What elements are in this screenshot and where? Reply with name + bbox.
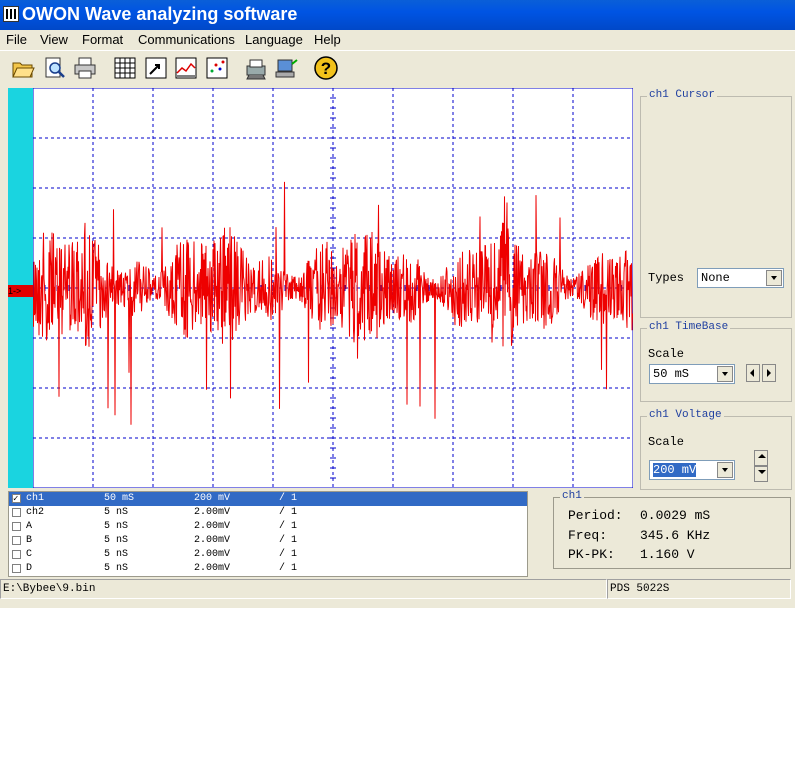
chart-line-icon[interactable] xyxy=(173,55,199,81)
table-icon[interactable] xyxy=(112,55,138,81)
app-window: OWON Wave analyzing software File View F… xyxy=(0,0,795,608)
print-preview-icon[interactable] xyxy=(42,55,68,81)
waveform-canvas xyxy=(33,88,633,488)
measurement-title: ch1 xyxy=(560,490,584,502)
status-bar: E:\Bybee\9.bin PDS 5022S xyxy=(0,579,795,599)
freq-label: Freq: xyxy=(568,528,608,543)
freq-value: 345.6 KHz xyxy=(640,528,711,543)
menu-file[interactable]: File xyxy=(6,32,27,47)
period-value: 0.0029 mS xyxy=(640,508,711,523)
edit-export-icon[interactable] xyxy=(143,55,169,81)
channel-probe-ratio: / 1 xyxy=(279,507,298,518)
voltage-group: ch1 Voltage Scale 200 mV xyxy=(640,409,792,490)
channel-name: A xyxy=(26,521,33,532)
channel-voltage: 2.00mV xyxy=(194,507,231,518)
channel-checkbox[interactable] xyxy=(12,564,21,573)
channel-voltage: 200 mV xyxy=(194,493,231,504)
menu-bar: File View Format Communications Language… xyxy=(0,30,795,50)
channel-timebase: 5 nS xyxy=(104,563,129,574)
status-file-path: E:\Bybee\9.bin xyxy=(0,579,607,599)
app-icon[interactable] xyxy=(3,6,19,22)
channel-probe-ratio: / 1 xyxy=(279,563,298,574)
pkpk-label: PK-PK: xyxy=(568,547,615,562)
window-title: OWON Wave analyzing software xyxy=(22,4,298,24)
voltage-scale-select[interactable]: 200 mV xyxy=(649,460,735,480)
channel-checkbox[interactable] xyxy=(12,536,21,545)
voltage-group-title: ch1 Voltage xyxy=(647,409,724,421)
channel-voltage: 2.00mV xyxy=(194,521,231,532)
channel-row[interactable]: D 5 nS 2.00mV / 1 xyxy=(9,562,527,576)
toolbar: ? xyxy=(0,50,795,85)
status-device-model: PDS 5022S xyxy=(607,579,791,599)
cursor-group: ch1 Cursor Types None xyxy=(640,89,792,318)
ch1-level-marker[interactable]: 1-> xyxy=(8,285,33,297)
channel-timebase: 50 mS xyxy=(104,493,135,504)
channel-timebase: 5 nS xyxy=(104,535,129,546)
channel-probe-ratio: / 1 xyxy=(279,549,298,560)
menu-communications[interactable]: Communications xyxy=(138,32,235,47)
voltage-up-arrow-icon[interactable] xyxy=(754,450,768,466)
channel-checkbox[interactable] xyxy=(12,550,21,559)
channel-row[interactable]: ch2 5 nS 2.00mV / 1 xyxy=(9,506,527,520)
voltage-down-arrow-icon[interactable] xyxy=(754,466,768,482)
channel-probe-ratio: / 1 xyxy=(279,493,298,504)
help-icon[interactable]: ? xyxy=(313,55,339,81)
menu-format[interactable]: Format xyxy=(82,32,123,47)
waveform-display[interactable]: 1-> xyxy=(8,88,633,488)
voltage-scale-label: Scale xyxy=(648,435,685,449)
channel-probe-ratio: / 1 xyxy=(279,521,298,532)
period-label: Period: xyxy=(568,508,623,523)
timebase-right-arrow-icon[interactable] xyxy=(762,364,776,382)
cursor-types-select[interactable]: None xyxy=(697,268,784,288)
menu-view[interactable]: View xyxy=(40,32,68,47)
channel-name: ch1 xyxy=(26,493,45,504)
title-bar[interactable]: OWON Wave analyzing software xyxy=(0,0,795,30)
chart-scatter-icon[interactable] xyxy=(204,55,230,81)
device-connect-icon[interactable] xyxy=(274,55,300,81)
channel-voltage: 2.00mV xyxy=(194,535,231,546)
measurement-panel: ch1 Period: 0.0029 mS Freq: 345.6 KHz PK… xyxy=(553,490,791,569)
channel-row[interactable]: B 5 nS 2.00mV / 1 xyxy=(9,534,527,548)
timebase-group-title: ch1 TimeBase xyxy=(647,321,731,333)
channel-name: D xyxy=(26,563,33,574)
timebase-scale-value: 50 mS xyxy=(653,367,690,381)
channel-probe-ratio: / 1 xyxy=(279,535,298,546)
cursor-types-value: None xyxy=(701,271,730,285)
channel-voltage: 2.00mV xyxy=(194,549,231,560)
channel-voltage: 2.00mV xyxy=(194,563,231,574)
menu-help[interactable]: Help xyxy=(314,32,341,47)
cursor-group-title: ch1 Cursor xyxy=(647,89,718,101)
timebase-scale-label: Scale xyxy=(648,347,685,361)
printer-icon[interactable] xyxy=(72,55,98,81)
channel-row[interactable]: C 5 nS 2.00mV / 1 xyxy=(9,548,527,562)
channel-checkbox[interactable] xyxy=(12,522,21,531)
channel-list[interactable]: ch1 50 mS 200 mV / 1 ch2 5 nS 2.00mV / 1 A 5 nS 2.… xyxy=(8,491,528,577)
channel-timebase: 5 nS xyxy=(104,507,129,518)
channel-checkbox[interactable] xyxy=(12,492,21,506)
chevron-down-icon[interactable] xyxy=(717,366,733,382)
channel-row[interactable]: A 5 nS 2.00mV / 1 xyxy=(9,520,527,534)
svg-text:?: ? xyxy=(321,59,331,78)
channel-checkbox[interactable] xyxy=(12,508,21,517)
channel-timebase: 5 nS xyxy=(104,521,129,532)
chevron-down-icon[interactable] xyxy=(766,270,782,286)
open-folder-icon[interactable] xyxy=(10,55,36,81)
channel-row[interactable]: ch1 50 mS 200 mV / 1 xyxy=(9,492,527,506)
device-print-icon[interactable] xyxy=(243,55,269,81)
channel-name: C xyxy=(26,549,33,560)
menu-language[interactable]: Language xyxy=(245,32,303,47)
channel-name: B xyxy=(26,535,33,546)
chevron-down-icon[interactable] xyxy=(717,462,733,478)
timebase-group: ch1 TimeBase Scale 50 mS xyxy=(640,321,792,402)
types-label: Types xyxy=(648,271,685,285)
timebase-left-arrow-icon[interactable] xyxy=(746,364,760,382)
channel-timebase: 5 nS xyxy=(104,549,129,560)
timebase-scale-select[interactable]: 50 mS xyxy=(649,364,735,384)
channel-name: ch2 xyxy=(26,507,45,518)
pkpk-value: 1.160 V xyxy=(640,547,695,562)
voltage-scale-value: 200 mV xyxy=(653,463,697,477)
